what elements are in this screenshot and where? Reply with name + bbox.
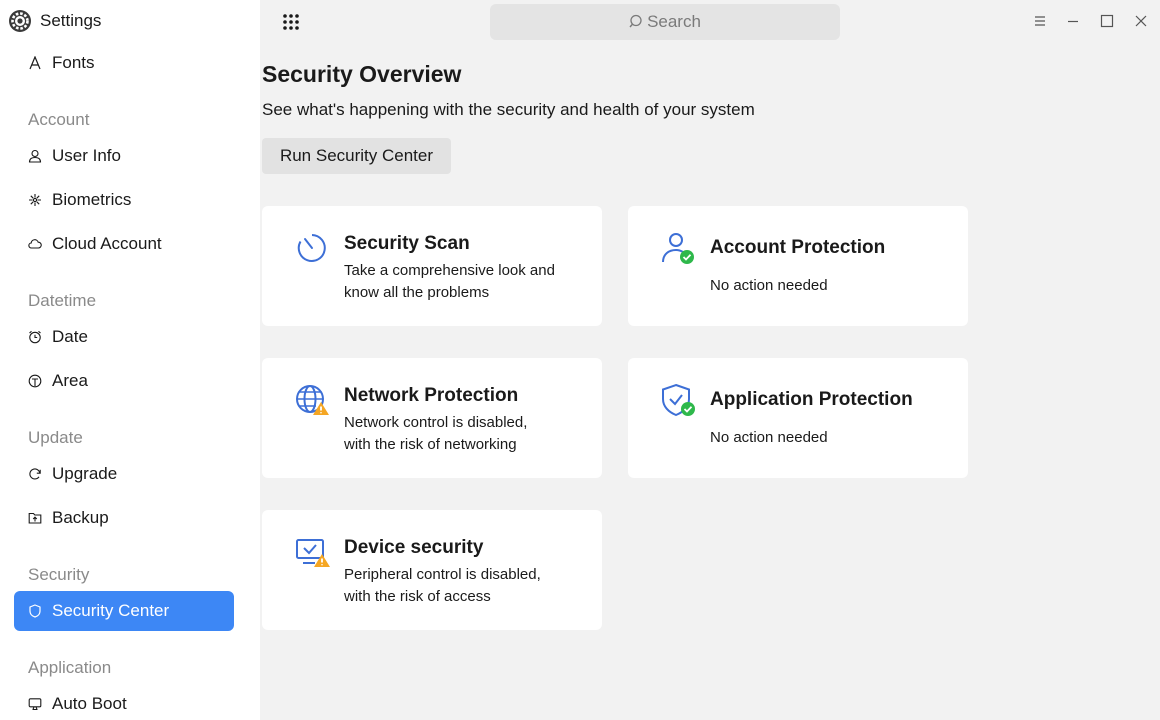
minimize-icon[interactable] — [1065, 13, 1081, 29]
card-desc-line2: know all the problems — [344, 284, 490, 301]
card-desc-line1: No action needed — [710, 429, 828, 446]
sidebar-item-label: Fonts — [52, 53, 95, 72]
search-icon — [629, 14, 642, 28]
sidebar-item-biometrics[interactable]: Biometrics — [14, 180, 234, 220]
card-title: Application Protection — [710, 389, 913, 410]
page-title: Security Overview — [262, 61, 462, 87]
user-icon — [28, 149, 42, 163]
card-network-protection[interactable]: Network Protection Network control is di… — [262, 358, 602, 478]
upgrade-icon — [29, 468, 41, 480]
sidebar-item-user-info[interactable]: User Info — [14, 136, 234, 176]
search-placeholder: Search — [647, 12, 701, 31]
card-account-protection[interactable]: Account Protection No action needed — [628, 206, 968, 326]
sidebar-item-auto-boot[interactable]: Auto Boot — [14, 684, 234, 720]
sidebar-item-upgrade[interactable]: Upgrade — [14, 454, 234, 494]
maximize-icon[interactable] — [1099, 13, 1115, 29]
sidebar-item-date[interactable]: Date — [14, 317, 234, 357]
sidebar-item-label: Area — [52, 371, 88, 390]
cloud-icon — [28, 239, 42, 249]
scan-icon — [297, 234, 326, 262]
card-application-protection[interactable]: Application Protection No action needed — [628, 358, 968, 478]
sidebar-item-area[interactable]: Area — [14, 361, 234, 401]
sidebar-item-security-center[interactable]: Security Center — [14, 591, 234, 631]
sidebar-group-datetime: Datetime — [28, 291, 97, 310]
sidebar-item-label: Upgrade — [52, 464, 118, 483]
area-icon — [28, 374, 42, 388]
shield-icon — [29, 604, 41, 618]
card-desc-line1: Peripheral control is disabled, — [344, 566, 541, 583]
sidebar-group-update: Update — [28, 428, 83, 447]
sidebar-item-fonts[interactable]: Fonts — [14, 50, 234, 83]
app-shield-ok-icon — [662, 383, 695, 417]
app-grid-icon[interactable] — [282, 13, 300, 31]
sidebar-group-security: Security — [28, 565, 90, 584]
sidebar-item-label: Security Center — [52, 601, 170, 620]
card-title: Device security — [344, 537, 484, 558]
sidebar: Settings Fonts Account User Info Biometr… — [0, 0, 260, 720]
app-title-bar: Settings — [8, 8, 101, 34]
card-title: Security Scan — [344, 233, 470, 254]
card-desc-line1: No action needed — [710, 277, 828, 294]
sidebar-item-backup[interactable]: Backup — [14, 498, 234, 538]
card-title: Network Protection — [344, 385, 519, 406]
backup-icon — [28, 512, 42, 524]
sidebar-group-account: Account — [28, 110, 90, 129]
account-ok-icon — [662, 233, 694, 264]
page-subtitle: See what's happening with the security a… — [262, 100, 755, 119]
biometrics-icon — [29, 194, 41, 206]
sidebar-item-label: Backup — [52, 508, 109, 527]
sidebar-item-label: Biometrics — [52, 190, 132, 209]
menu-icon[interactable] — [1032, 13, 1048, 29]
clock-icon — [29, 330, 41, 344]
font-icon — [29, 56, 41, 70]
sidebar-item-label: User Info — [52, 146, 121, 165]
close-icon[interactable] — [1133, 13, 1149, 29]
card-security-scan[interactable]: Security Scan Take a comprehensive look … — [262, 206, 602, 326]
card-desc-line2: with the risk of access — [344, 588, 491, 605]
card-title: Account Protection — [710, 237, 886, 258]
run-security-center-button[interactable]: Run Security Center — [262, 138, 451, 174]
autoboot-icon — [28, 698, 42, 711]
titlebar: Search — [260, 0, 1160, 46]
card-desc-line1: Take a comprehensive look and — [344, 262, 555, 279]
sidebar-item-cloud-account[interactable]: Cloud Account — [14, 224, 234, 264]
settings-gear-icon — [9, 10, 31, 32]
sidebar-item-label: Date — [52, 327, 88, 346]
card-device-security[interactable]: Device security Peripheral control is di… — [262, 510, 602, 630]
app-title: Settings — [40, 11, 102, 30]
network-warning-icon — [296, 385, 329, 415]
sidebar-nav[interactable]: Fonts Account User Info Biometrics Cloud… — [0, 50, 260, 720]
card-desc-line2: with the risk of networking — [344, 436, 517, 453]
sidebar-item-label: Cloud Account — [52, 234, 162, 253]
sidebar-item-label: Auto Boot — [52, 694, 127, 713]
search-input[interactable]: Search — [490, 4, 840, 40]
device-warning-icon — [296, 539, 330, 567]
card-desc-line1: Network control is disabled, — [344, 414, 528, 431]
sidebar-group-application: Application — [28, 658, 112, 677]
